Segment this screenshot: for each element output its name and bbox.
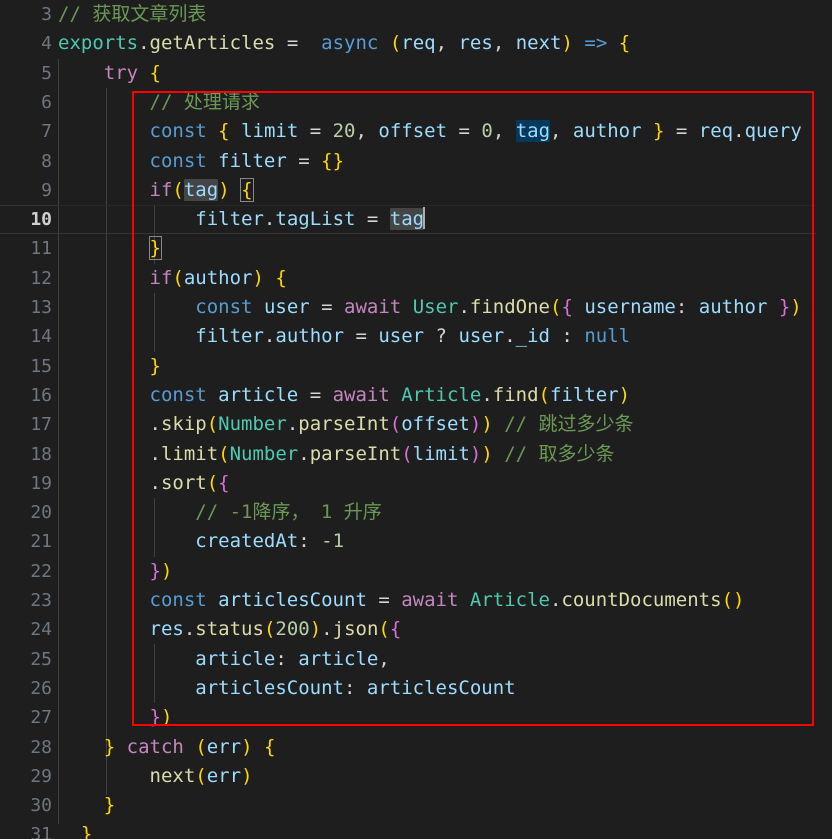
- code-row-24[interactable]: 24 res.status(200).json({: [0, 615, 832, 644]
- code-row-31[interactable]: 31 }: [0, 820, 832, 839]
- line-number-active: 10: [30, 209, 52, 231]
- code-line-17[interactable]: .skip(Number.parseInt(offset)) // 跳过多少条: [58, 410, 832, 439]
- code-row-18[interactable]: 18 .limit(Number.parseInt(limit)) // 取多少…: [0, 440, 832, 469]
- code-line-10[interactable]: filter.tagList = tag: [58, 205, 832, 234]
- selected-token-tag[interactable]: tag: [515, 120, 551, 143]
- text-cursor: [423, 207, 426, 230]
- code-row-21[interactable]: 21 createdAt: -1: [0, 527, 832, 556]
- line-number: 31: [30, 824, 52, 839]
- code-line-31[interactable]: }: [58, 820, 832, 839]
- line-number: 9: [41, 179, 52, 201]
- line-number: 15: [30, 355, 52, 377]
- line-number: 30: [30, 795, 52, 817]
- code-line-23[interactable]: const articlesCount = await Article.coun…: [58, 586, 832, 615]
- code-line-3[interactable]: // 获取文章列表: [58, 0, 832, 29]
- code-line-6[interactable]: // 处理请求: [58, 88, 832, 117]
- code-row-12[interactable]: 12 if(author) {: [0, 264, 832, 293]
- line-number: 13: [30, 297, 52, 318]
- line-number: 23: [30, 590, 52, 611]
- code-row-8[interactable]: 8 const filter = {}: [0, 147, 832, 176]
- code-line-15[interactable]: }: [58, 352, 832, 381]
- code-line-26[interactable]: articlesCount: articlesCount: [58, 674, 832, 703]
- line-number: 21: [30, 531, 52, 553]
- code-row-28[interactable]: 28 } catch (err) {: [0, 733, 832, 762]
- code-line-8[interactable]: const filter = {}: [58, 147, 832, 176]
- code-row-4[interactable]: 4 exports.getArticles = async (req, res,…: [0, 29, 832, 58]
- line-number: 4: [41, 33, 52, 55]
- line-number: 11: [30, 238, 52, 260]
- code-line-18[interactable]: .limit(Number.parseInt(limit)) // 取多少条: [58, 440, 832, 469]
- code-line-12[interactable]: if(author) {: [58, 264, 832, 293]
- code-row-7[interactable]: 7 const { limit = 20, offset = 0, tag, a…: [0, 117, 832, 146]
- line-number: 17: [30, 414, 52, 436]
- line-number: 8: [41, 150, 52, 172]
- line-number: 3: [41, 4, 52, 25]
- code-line-11[interactable]: }: [58, 234, 832, 263]
- code-line-27[interactable]: }): [58, 703, 832, 732]
- code-line-22[interactable]: }): [58, 557, 832, 586]
- code-row-23[interactable]: 23 const articlesCount = await Article.c…: [0, 586, 832, 615]
- line-number: 7: [41, 121, 52, 143]
- code-row-5[interactable]: 5 try {: [0, 59, 832, 88]
- code-line-13[interactable]: const user = await User.findOne({ userna…: [58, 293, 832, 322]
- line-number: 25: [30, 648, 52, 670]
- code-row-25[interactable]: 25 article: article,: [0, 645, 832, 674]
- code-row-19[interactable]: 19 .sort({: [0, 469, 832, 498]
- code-line-16[interactable]: const article = await Article.find(filte…: [58, 381, 832, 410]
- line-number: 29: [30, 765, 52, 787]
- line-number: 5: [41, 62, 52, 84]
- code-row-17[interactable]: 17 .skip(Number.parseInt(offset)) // 跳过多…: [0, 410, 832, 439]
- line-number: 28: [30, 736, 52, 758]
- code-row-22[interactable]: 22 }): [0, 557, 832, 586]
- code-line-14[interactable]: filter.author = user ? user._id : null: [58, 322, 832, 351]
- code-row-15[interactable]: 15 }: [0, 352, 832, 381]
- bracket-match-open: {: [240, 177, 254, 202]
- line-number: 16: [30, 384, 52, 406]
- code-line-30[interactable]: }: [58, 791, 832, 820]
- code-line-24[interactable]: res.status(200).json({: [58, 615, 832, 644]
- code-row-9[interactable]: 9 if(tag) {: [0, 176, 832, 205]
- code-row-14[interactable]: 14 filter.author = user ? user._id : nul…: [0, 322, 832, 351]
- line-number: 18: [30, 443, 52, 465]
- line-number: 12: [30, 267, 52, 289]
- code-row-16[interactable]: 16 const article = await Article.find(fi…: [0, 381, 832, 410]
- occurrence-token-tag[interactable]: tag: [183, 178, 219, 201]
- code-editor[interactable]: 3 // 获取文章列表 4 exports.getArticles = asyn…: [0, 0, 832, 839]
- line-number: 19: [30, 472, 52, 494]
- code-line-21[interactable]: createdAt: -1: [58, 527, 832, 556]
- code-line-7[interactable]: const { limit = 20, offset = 0, tag, aut…: [58, 117, 832, 146]
- code-row-3[interactable]: 3 // 获取文章列表: [0, 0, 832, 29]
- code-line-29[interactable]: next(err): [58, 762, 832, 791]
- line-number: 27: [30, 707, 52, 729]
- line-number: 22: [30, 560, 52, 582]
- occurrence-token-tag[interactable]: tag: [389, 208, 425, 231]
- code-line-4[interactable]: exports.getArticles = async (req, res, n…: [58, 29, 832, 58]
- code-row-30[interactable]: 30 }: [0, 791, 832, 820]
- bracket-match-close: }: [148, 236, 163, 261]
- code-line-28[interactable]: } catch (err) {: [58, 733, 832, 762]
- code-line-5[interactable]: try {: [58, 59, 832, 88]
- code-row-11[interactable]: 11 }: [0, 234, 832, 263]
- code-line-25[interactable]: article: article,: [58, 645, 832, 674]
- line-number: 14: [30, 326, 52, 348]
- code-line-9[interactable]: if(tag) {: [58, 176, 832, 205]
- line-number: 20: [30, 502, 52, 524]
- code-row-20[interactable]: 20 // -1降序， 1 升序: [0, 498, 832, 527]
- code-line-20[interactable]: // -1降序， 1 升序: [58, 498, 832, 527]
- code-row-10[interactable]: 10 filter.tagList = tag: [0, 205, 832, 235]
- line-number: 6: [41, 91, 52, 113]
- line-number: 26: [30, 677, 52, 699]
- line-number: 24: [30, 619, 52, 641]
- right-edge-mask: [816, 91, 832, 726]
- code-row-29[interactable]: 29 next(err): [0, 762, 832, 791]
- code-row-6[interactable]: 6 // 处理请求: [0, 88, 832, 117]
- code-row-13[interactable]: 13 const user = await User.findOne({ use…: [0, 293, 832, 322]
- code-row-27[interactable]: 27 }): [0, 703, 832, 732]
- code-line-19[interactable]: .sort({: [58, 469, 832, 498]
- code-row-26[interactable]: 26 articlesCount: articlesCount: [0, 674, 832, 703]
